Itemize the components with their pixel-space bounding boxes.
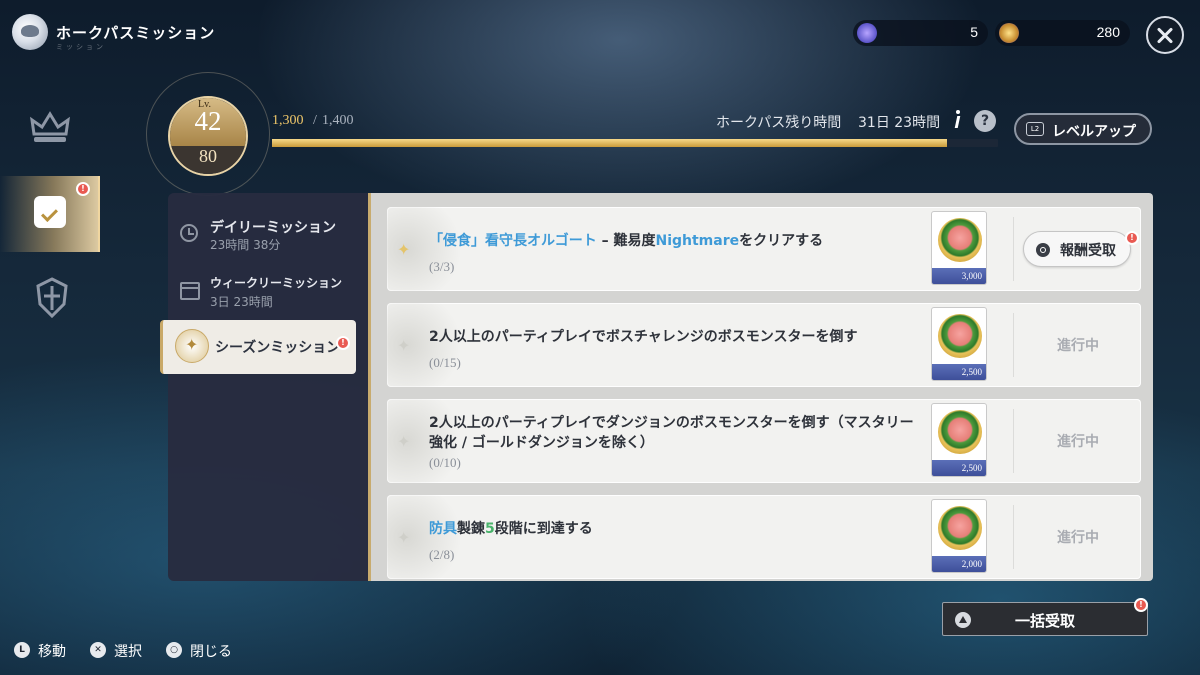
- row-divider: [1013, 313, 1014, 377]
- mission-list: ✦ 「侵食」看守長オルゴート – 難易度Nightmareをクリアする (3/3) 3…: [368, 193, 1153, 581]
- mission-progress: (3/3): [429, 259, 455, 274]
- gold-coin-icon: [938, 506, 982, 550]
- close-button[interactable]: [1146, 16, 1184, 54]
- row-divider: [1013, 217, 1014, 281]
- gold-coin-icon: [938, 410, 982, 454]
- reward-card[interactable]: 3,000: [931, 211, 987, 285]
- claim-reward-button[interactable]: 報酬受取: [1023, 231, 1131, 267]
- mission-text-segment: Nightmare: [655, 233, 740, 249]
- xp-separator: /: [313, 113, 317, 128]
- reward-amount: 2,000: [932, 556, 986, 572]
- mission-text-segment: 2人以上のパーティプレイでボスチャレンジのボスモンスターを倒す: [429, 329, 858, 345]
- mission-row[interactable]: ✦ 「侵食」看守長オルゴート – 難易度Nightmareをクリアする (3/3) 3…: [387, 207, 1141, 291]
- hawk-logo-icon: [12, 14, 48, 50]
- mission-status: 進行中: [1057, 338, 1099, 354]
- nav-shield-icon[interactable]: [32, 276, 72, 320]
- mission-check-icon: [34, 196, 66, 228]
- circle-button-icon: ○: [166, 642, 182, 658]
- pass-remaining-value: 31日 23時間: [858, 115, 941, 131]
- currency-crystal-display: 280: [995, 20, 1130, 46]
- gold-coin-icon: [938, 314, 982, 358]
- cross-button-icon: ✕: [90, 642, 106, 658]
- gold-coin-icon: [938, 218, 982, 262]
- mission-row[interactable]: ✦ 2人以上のパーティプレイでダンジョンのボスモンスターを倒す（マスタリー強化 /…: [387, 399, 1141, 483]
- level-up-button[interactable]: L2 レベルアップ: [1014, 113, 1152, 145]
- info-icon[interactable]: [954, 110, 962, 130]
- tab-weekly-timer: 3日 23時間: [210, 295, 273, 309]
- mission-description: 2人以上のパーティプレイでボスチャレンジのボスモンスターを倒す: [429, 327, 919, 347]
- l-stick-icon: L: [14, 642, 30, 658]
- tab-season-alert-icon: !: [336, 336, 350, 350]
- tab-season[interactable]: シーズンミッション: [160, 320, 356, 374]
- mission-text-segment: 「侵食」看守長オルゴート: [429, 233, 597, 249]
- mission-description: 防具製錬5段階に到達する: [429, 519, 919, 539]
- xp-progress-bar: [272, 139, 998, 147]
- sparkle-icon: ✦: [397, 432, 411, 451]
- row-divider: [1013, 409, 1014, 473]
- sparkle-icon: ✦: [397, 240, 411, 259]
- mission-row[interactable]: ✦ 2人以上のパーティプレイでボスチャレンジのボスモンスターを倒す (0/15) 2,…: [387, 303, 1141, 387]
- mission-text-segment: 防具: [429, 521, 457, 537]
- star-token-icon: [857, 23, 877, 43]
- bulk-claim-label: 一括受取: [1014, 612, 1075, 630]
- mission-text-segment: 製錬: [457, 521, 485, 537]
- reward-amount: 2,500: [932, 364, 986, 380]
- reward-amount: 3,000: [932, 268, 986, 284]
- calendar-icon: [180, 282, 200, 300]
- currency-star-value: 5: [970, 24, 978, 40]
- reward-card[interactable]: 2,500: [931, 307, 987, 381]
- tab-daily-timer: 23時間 38分: [210, 238, 281, 252]
- currency-crystal-value: 280: [1096, 24, 1120, 40]
- bulk-claim-button[interactable]: 一括受取: [942, 602, 1148, 636]
- hint-move-label: 移動: [38, 644, 66, 660]
- xp-progress-fill: [272, 139, 948, 147]
- mission-text-segment: – 難易度: [596, 233, 656, 249]
- l2-button-icon: L2: [1026, 122, 1044, 136]
- mission-status: 進行中: [1057, 434, 1099, 450]
- mission-status: 進行中: [1057, 530, 1099, 546]
- mission-progress: (0/10): [429, 455, 461, 470]
- help-button[interactable]: ?: [974, 110, 996, 132]
- level-up-label: レベルアップ: [1052, 124, 1136, 140]
- mission-description: 2人以上のパーティプレイでダンジョンのボスモンスターを倒す（マスタリー強化 / …: [429, 413, 919, 453]
- crystal-token-icon: [999, 23, 1019, 43]
- mission-progress: (0/15): [429, 355, 461, 370]
- page-title: ホークパスミッション: [56, 24, 216, 42]
- mission-progress: (2/8): [429, 547, 455, 562]
- page-subtitle: ミッション: [56, 43, 106, 51]
- xp-current: 1,300: [272, 113, 304, 128]
- currency-star-display: 5: [853, 20, 988, 46]
- bulk-claim-alert-icon: !: [1134, 598, 1148, 612]
- row-divider: [1013, 505, 1014, 569]
- nav-crown-icon[interactable]: [28, 108, 72, 148]
- mission-text-segment: 段階に到達する: [494, 521, 593, 537]
- claim-reward-label: 報酬受取: [1060, 243, 1116, 259]
- tab-weekly-title[interactable]: ウィークリーミッション: [210, 274, 342, 291]
- season-sparkle-icon: [175, 329, 209, 363]
- mission-text-segment: 5: [485, 521, 495, 537]
- clock-icon: [180, 224, 198, 242]
- mission-text-segment: 2人以上のパーティプレイでダンジョンのボスモンスターを倒す（マスタリー強化 / …: [429, 415, 914, 451]
- tab-season-title: シーズンミッション: [215, 340, 341, 356]
- claim-alert-icon: !: [1125, 231, 1139, 245]
- mission-description: 「侵食」看守長オルゴート – 難易度Nightmareをクリアする: [429, 231, 919, 251]
- reward-card[interactable]: 2,000: [931, 499, 987, 573]
- pass-remaining-label: ホークパス残り時間: [716, 115, 842, 131]
- sparkle-icon: ✦: [397, 528, 411, 547]
- tab-daily-title[interactable]: デイリーミッション: [210, 217, 336, 237]
- nav-mission-alert-icon: !: [76, 182, 90, 196]
- hint-select-label: 選択: [114, 644, 142, 660]
- square-button-icon: [1036, 243, 1050, 257]
- sparkle-icon: ✦: [397, 336, 411, 355]
- xp-target: 1,400: [322, 113, 354, 128]
- mission-row[interactable]: ✦ 防具製錬5段階に到達する (2/8) 2,000 進行中: [387, 495, 1141, 579]
- level-max: 80: [199, 146, 217, 166]
- mission-text-segment: をクリアする: [739, 233, 824, 249]
- reward-amount: 2,500: [932, 460, 986, 476]
- level-current: 42: [194, 106, 222, 136]
- reward-card[interactable]: 2,500: [931, 403, 987, 477]
- hint-close-label: 閉じる: [190, 644, 232, 660]
